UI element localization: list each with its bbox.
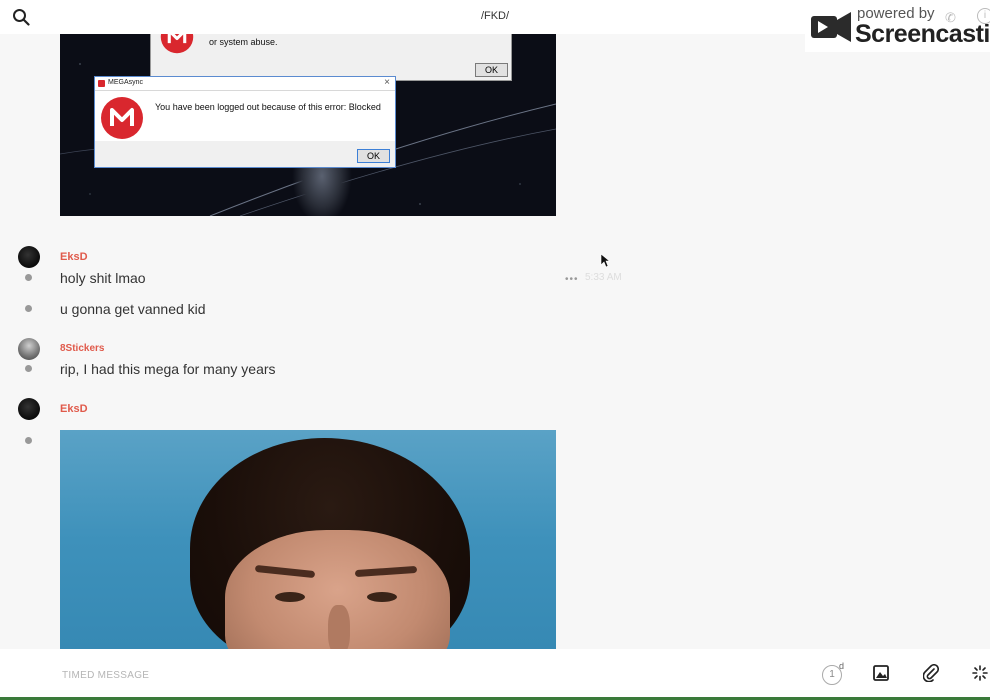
photo-eye [275, 592, 305, 602]
phone-icon[interactable]: ✆ [945, 10, 956, 26]
watermark-brand: Screencastify [855, 20, 990, 48]
paperclip-icon[interactable] [923, 664, 939, 682]
photo-face [225, 530, 450, 649]
sparkle-icon[interactable] [972, 665, 988, 681]
background-ok-button: OK [475, 63, 508, 77]
username[interactable]: EksD [60, 251, 88, 263]
figure-silhouette [292, 164, 352, 216]
photo-eye [367, 592, 397, 602]
message-text: holy shit lmao [60, 270, 146, 286]
megasync-error-dialog: MEGAsync × You have been logged out beca… [94, 76, 396, 168]
screencastify-watermark: powered by Screencastify ✆ i [805, 0, 990, 52]
message-status-dot [25, 274, 32, 281]
photo-brow [254, 564, 316, 579]
message-text: rip, I had this mega for many years [60, 361, 276, 377]
photo-nose [328, 605, 350, 649]
photo-attachment[interactable] [60, 430, 556, 649]
info-icon[interactable]: i [977, 8, 990, 24]
background-dialog-text: or system abuse. [209, 37, 278, 47]
dialog-message: You have been logged out because of this… [155, 102, 381, 112]
screencastify-logo-icon [811, 12, 851, 42]
mega-logo-icon [160, 34, 194, 54]
dialog-ok-button: OK [357, 149, 390, 163]
mega-logo-icon [101, 97, 143, 139]
message-status-dot [25, 365, 32, 372]
username[interactable]: 8Stickers [60, 343, 104, 354]
avatar[interactable] [18, 246, 40, 268]
photo-brow [354, 565, 418, 578]
image-icon[interactable] [873, 665, 889, 681]
dialog-title: MEGAsync [108, 79, 144, 86]
message-status-dot [25, 437, 32, 444]
avatar[interactable] [18, 338, 40, 360]
dialog-body: You have been logged out because of this… [95, 91, 395, 141]
close-icon: × [384, 77, 390, 88]
message-status-dot [25, 305, 32, 312]
timed-message-input[interactable] [60, 666, 764, 684]
username[interactable]: EksD [60, 403, 88, 415]
more-options-icon[interactable]: ••• [565, 274, 579, 285]
message-text: u gonna get vanned kid [60, 301, 206, 317]
megasync-app-icon [98, 80, 105, 87]
timer-unit: d [839, 661, 845, 671]
background-error-dialog: or system abuse. OK [150, 34, 512, 81]
message-timestamp: 5:33 AM [585, 272, 622, 283]
dialog-titlebar: MEGAsync × [95, 77, 395, 91]
avatar[interactable] [18, 398, 40, 420]
screenshot-attachment[interactable]: or system abuse. OK MEGAsync × You have … [60, 34, 556, 216]
mouse-cursor-icon [600, 253, 610, 268]
